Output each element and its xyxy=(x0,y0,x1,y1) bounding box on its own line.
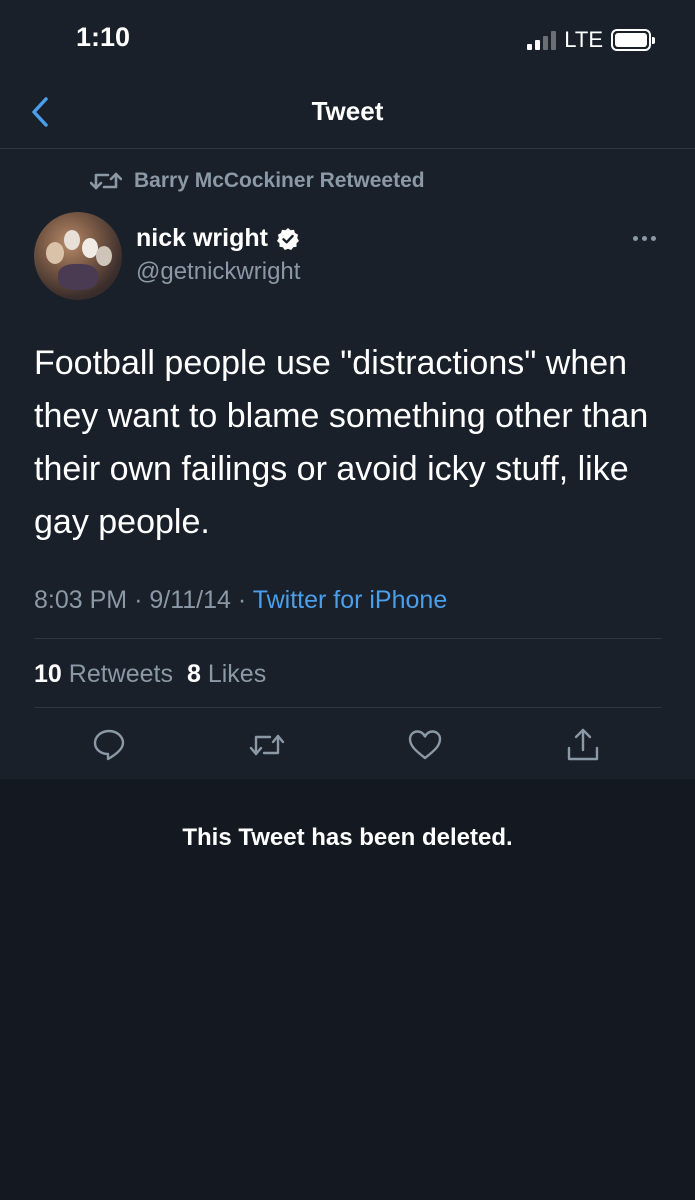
verified-badge-icon xyxy=(276,227,299,250)
share-icon xyxy=(567,728,599,761)
tweet-source-link[interactable]: Twitter for iPhone xyxy=(253,586,448,614)
page-title: Tweet xyxy=(311,96,384,126)
status-time: 1:10 xyxy=(76,22,131,52)
heart-icon xyxy=(408,730,442,760)
share-button[interactable] xyxy=(564,726,602,764)
retweeted-by-label: Barry McCockiner Retweeted xyxy=(134,169,425,192)
retweet-count: 10 xyxy=(34,660,62,688)
like-label: Likes xyxy=(207,660,267,688)
tweet-date: 9/11/14 xyxy=(149,586,231,614)
tweet-meta: 8:03 PM · 9/11/14 · Twitter for iPhone xyxy=(34,586,447,615)
like-button[interactable] xyxy=(406,726,444,764)
like-count: 8 xyxy=(186,660,201,688)
more-dot xyxy=(632,235,638,241)
more-dot xyxy=(650,235,656,241)
tweet-time: 8:03 PM xyxy=(34,586,128,614)
battery-icon xyxy=(611,29,655,51)
avatar[interactable] xyxy=(34,212,122,300)
meta-separator: · xyxy=(237,586,253,614)
more-options-button[interactable] xyxy=(629,228,659,248)
signal-icon xyxy=(527,30,557,50)
divider xyxy=(34,707,662,708)
status-indicators: LTE xyxy=(527,27,655,53)
deleted-tweet-notice: This Tweet has been deleted. xyxy=(182,824,513,851)
more-dot xyxy=(641,235,647,241)
author-name[interactable]: nick wright xyxy=(136,224,300,253)
retweeted-by[interactable]: Barry McCockiner Retweeted xyxy=(90,168,425,194)
likes-stat[interactable]: 8 Likes xyxy=(187,660,266,689)
author-name-label: nick wright xyxy=(136,224,268,252)
retweet-label: Retweets xyxy=(68,660,173,688)
network-label: LTE xyxy=(564,27,603,52)
author-handle[interactable]: @getnickwright xyxy=(136,258,300,286)
reply-button[interactable] xyxy=(90,726,128,764)
meta-separator: · xyxy=(134,586,150,614)
retweets-stat[interactable]: 10 Retweets xyxy=(34,660,173,689)
tweet-stats: 10 Retweets 8 Likes xyxy=(34,660,266,689)
retweet-button[interactable] xyxy=(248,726,286,764)
divider xyxy=(34,638,662,639)
retweet-icon xyxy=(249,734,285,756)
tweet-actions xyxy=(0,726,695,766)
reply-icon xyxy=(93,729,125,761)
tweet-text: Football people use "distractions" when … xyxy=(34,344,649,541)
retweet-icon xyxy=(90,172,122,190)
nav-divider xyxy=(0,148,695,149)
